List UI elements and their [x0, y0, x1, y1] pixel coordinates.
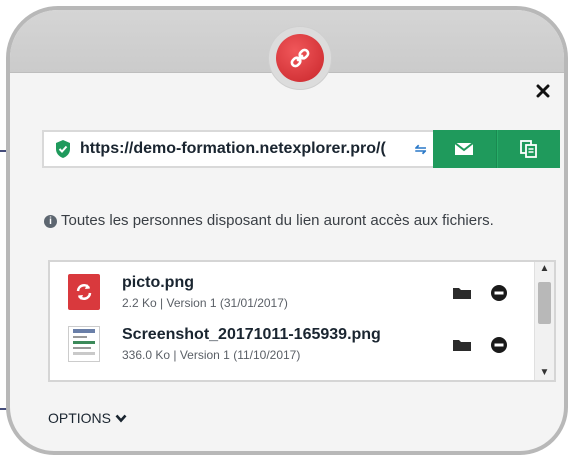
link-icon [276, 34, 324, 82]
share-url-field[interactable]: https://demo-formation.netexplorer.pro/(… [42, 130, 433, 168]
text-cursor-icon: ⇋ [414, 140, 427, 157]
minus-circle-icon [491, 285, 507, 301]
file-list-scrollbar[interactable]: ▲ ▼ [534, 262, 554, 380]
info-icon: i [44, 215, 57, 228]
remove-file-button[interactable] [490, 336, 508, 354]
send-email-button[interactable] [432, 130, 498, 168]
chevron-down-icon [115, 414, 127, 422]
access-info-text: Toutes les personnes disposant du lien a… [61, 212, 494, 229]
options-label: OPTIONS [48, 410, 112, 426]
screenshot-thumbnail [68, 326, 100, 362]
share-link-dialog: https://demo-formation.netexplorer.pro/(… [6, 6, 568, 455]
folder-icon [453, 340, 471, 351]
open-folder-button[interactable] [452, 338, 472, 352]
scroll-thumb[interactable] [538, 282, 551, 324]
options-toggle[interactable]: OPTIONS [48, 410, 127, 426]
link-badge [268, 26, 332, 90]
file-row-screenshot[interactable]: Screenshot_20171011-165939.png 336.0 Ko … [50, 318, 535, 370]
close-button[interactable] [530, 78, 556, 104]
refresh-sync-icon [68, 274, 100, 310]
share-url-text: https://demo-formation.netexplorer.pro/( [80, 140, 386, 157]
share-url-row: https://demo-formation.netexplorer.pro/(… [42, 130, 560, 168]
remove-file-button[interactable] [490, 284, 508, 302]
scroll-up-arrow[interactable]: ▲ [535, 262, 554, 276]
file-row-picto[interactable]: picto.png 2.2 Ko | Version 1 (31/01/2017… [50, 266, 535, 318]
shield-check-icon [56, 140, 70, 158]
close-icon [536, 84, 550, 98]
file-name: Screenshot_20171011-165939.png [122, 326, 381, 343]
access-info-message: i Toutes les personnes disposant du lien … [44, 210, 514, 232]
envelope-icon [454, 142, 474, 155]
minus-circle-icon [491, 337, 507, 353]
file-meta: 2.2 Ko | Version 1 (31/01/2017) [122, 296, 288, 310]
open-folder-button[interactable] [452, 286, 472, 300]
folder-icon [453, 288, 471, 299]
copy-icon [520, 140, 538, 158]
file-name: picto.png [122, 274, 194, 291]
shared-files-list[interactable]: picto.png 2.2 Ko | Version 1 (31/01/2017… [48, 260, 556, 382]
file-meta: 336.0 Ko | Version 1 (11/10/2017) [122, 348, 301, 362]
scroll-down-arrow[interactable]: ▼ [535, 366, 554, 380]
copy-link-button[interactable] [497, 130, 560, 168]
